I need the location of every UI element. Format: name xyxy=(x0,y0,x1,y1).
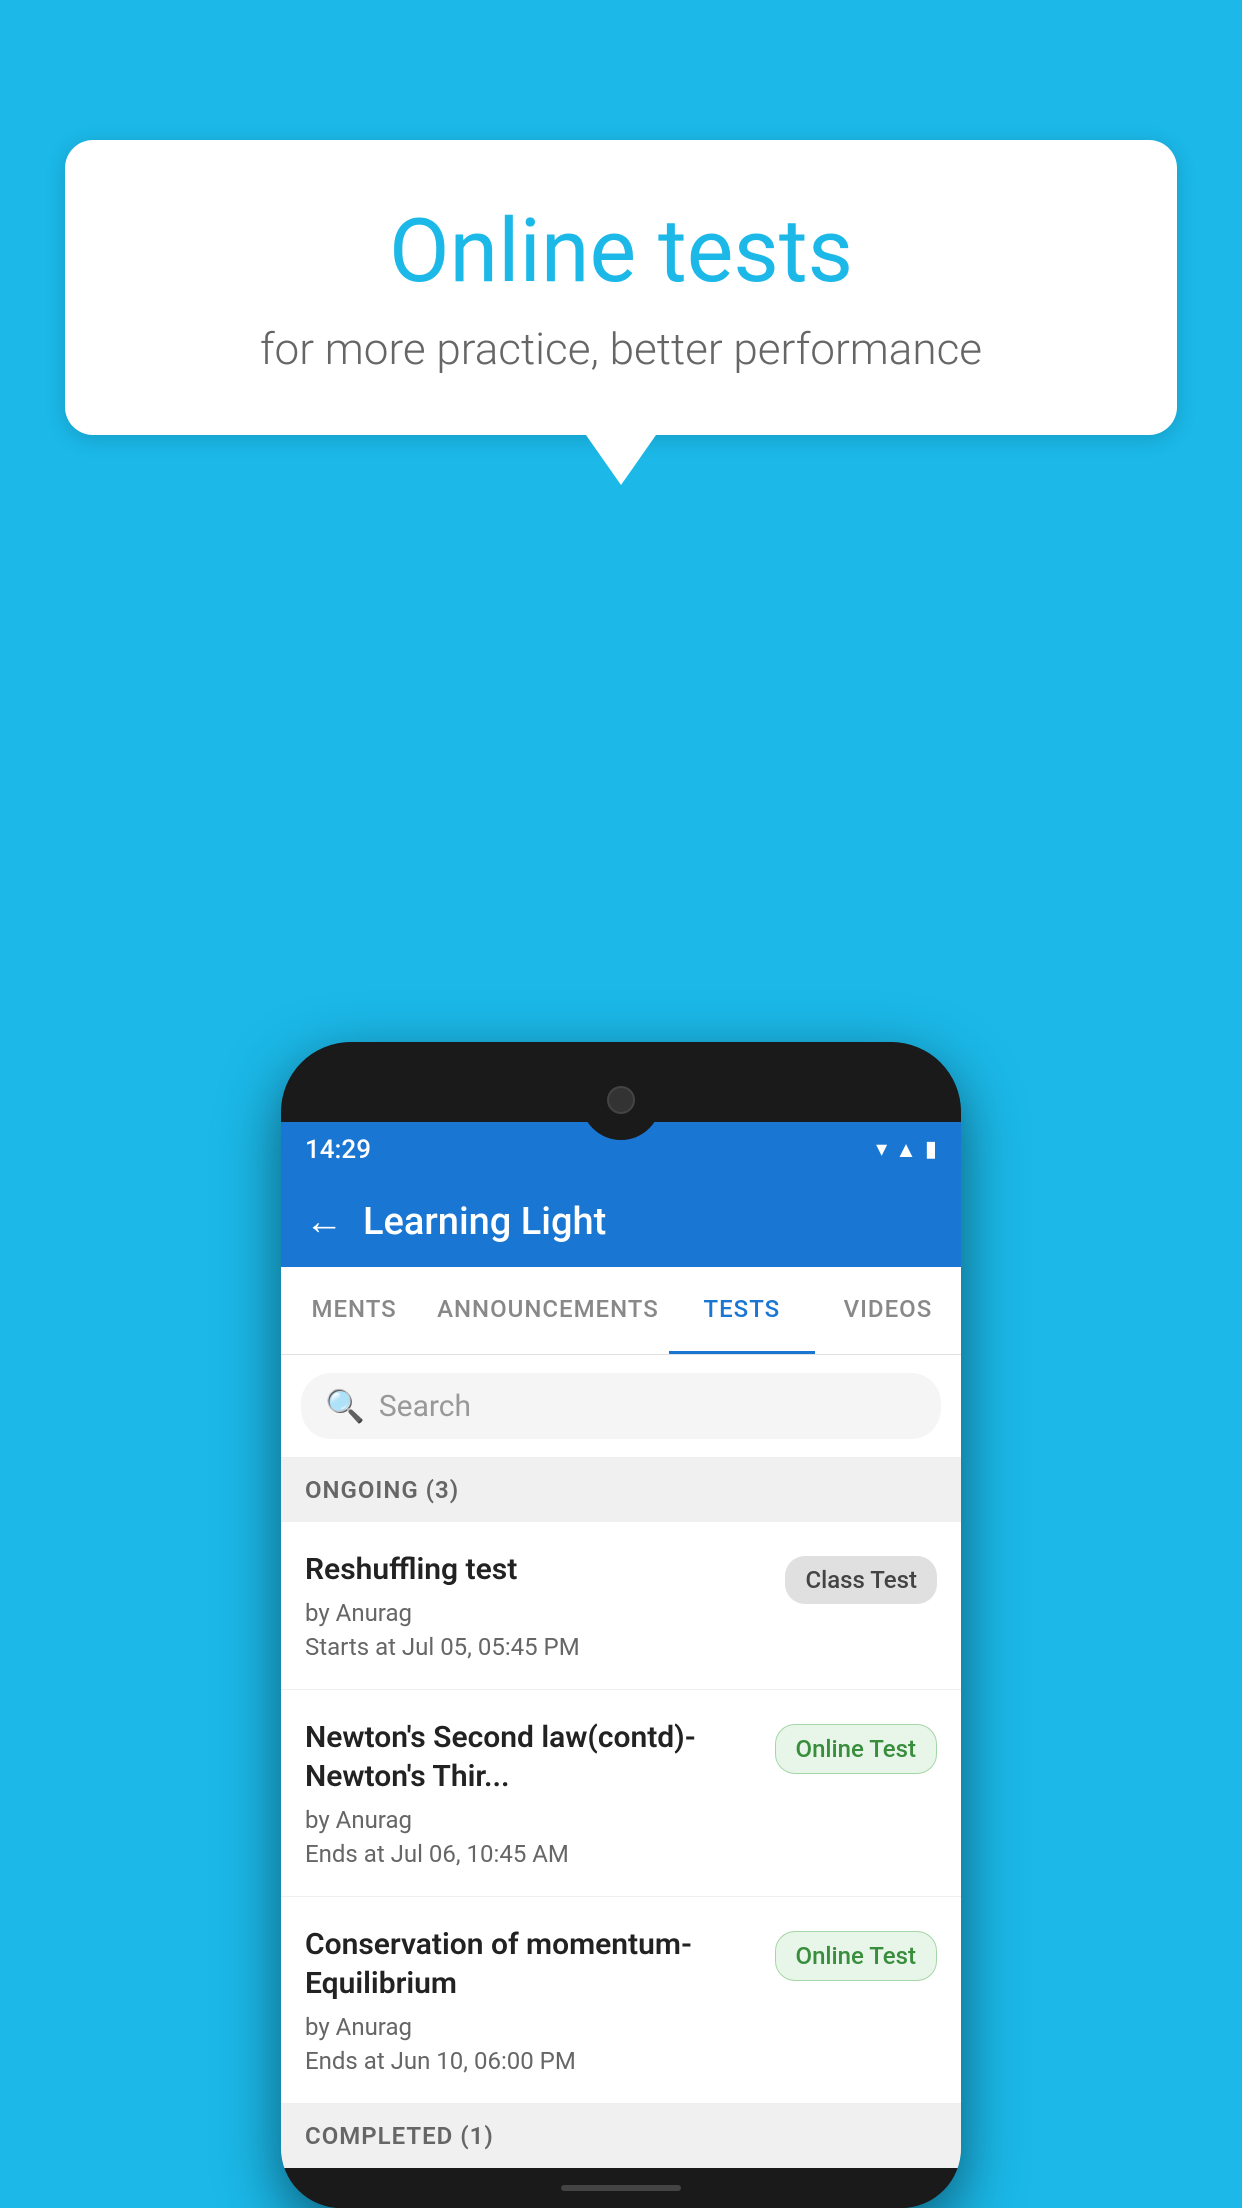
tabs-bar: MENTS ANNOUNCEMENTS TESTS VIDEOS xyxy=(281,1267,961,1355)
test-badge-online: Online Test xyxy=(775,1931,937,1981)
speech-bubble: Online tests for more practice, better p… xyxy=(65,140,1177,435)
search-placeholder: Search xyxy=(379,1389,471,1424)
test-title: Newton's Second law(contd)-Newton's Thir… xyxy=(305,1718,759,1796)
search-icon: 🔍 xyxy=(325,1387,365,1425)
ongoing-section-header: ONGOING (3) xyxy=(281,1458,961,1522)
status-icons: ▾ ▲ ▮ xyxy=(876,1137,937,1163)
test-badge-online: Online Test xyxy=(775,1724,937,1774)
test-author: by Anurag xyxy=(305,1599,769,1627)
bubble-title: Online tests xyxy=(145,200,1097,303)
phone-frame: 14:29 ▾ ▲ ▮ ← Learning Light MENTS ANNOU… xyxy=(281,1042,961,2208)
test-date: Starts at Jul 05, 05:45 PM xyxy=(305,1633,769,1661)
tab-tests[interactable]: TESTS xyxy=(669,1267,815,1354)
battery-icon: ▮ xyxy=(925,1137,937,1162)
completed-section-header: COMPLETED (1) xyxy=(281,2104,961,2168)
test-author: by Anurag xyxy=(305,2013,759,2041)
notch xyxy=(581,1060,661,1140)
bubble-arrow xyxy=(586,435,656,485)
test-author: by Anurag xyxy=(305,1806,759,1834)
tab-videos[interactable]: VIDEOS xyxy=(815,1267,961,1354)
test-title: Reshuffling test xyxy=(305,1550,769,1589)
test-info: Newton's Second law(contd)-Newton's Thir… xyxy=(305,1718,759,1868)
test-date: Ends at Jul 06, 10:45 AM xyxy=(305,1840,759,1868)
test-item[interactable]: Conservation of momentum-Equilibrium by … xyxy=(281,1897,961,2104)
bubble-subtitle: for more practice, better performance xyxy=(145,323,1097,375)
search-bar[interactable]: 🔍 Search xyxy=(301,1373,941,1439)
camera xyxy=(607,1086,635,1114)
test-info: Conservation of momentum-Equilibrium by … xyxy=(305,1925,759,2075)
back-button[interactable]: ← xyxy=(305,1200,343,1244)
test-list: Reshuffling test by Anurag Starts at Jul… xyxy=(281,1522,961,2104)
phone-bottom xyxy=(281,2168,961,2208)
app-header: ← Learning Light xyxy=(281,1177,961,1267)
signal-icon: ▲ xyxy=(895,1137,917,1163)
home-indicator xyxy=(561,2185,681,2191)
test-item[interactable]: Reshuffling test by Anurag Starts at Jul… xyxy=(281,1522,961,1690)
phone-top-bar xyxy=(281,1042,961,1122)
wifi-icon: ▾ xyxy=(876,1137,887,1162)
tab-ments[interactable]: MENTS xyxy=(281,1267,427,1354)
search-container: 🔍 Search xyxy=(281,1355,961,1458)
phone-mockup: 14:29 ▾ ▲ ▮ ← Learning Light MENTS ANNOU… xyxy=(281,1042,961,2208)
phone-screen: 14:29 ▾ ▲ ▮ ← Learning Light MENTS ANNOU… xyxy=(281,1122,961,2168)
test-title: Conservation of momentum-Equilibrium xyxy=(305,1925,759,2003)
app-title: Learning Light xyxy=(363,1200,606,1244)
tab-announcements[interactable]: ANNOUNCEMENTS xyxy=(427,1267,669,1354)
status-time: 14:29 xyxy=(305,1135,371,1165)
test-badge-class: Class Test xyxy=(785,1556,937,1604)
promo-bubble: Online tests for more practice, better p… xyxy=(65,140,1177,485)
test-date: Ends at Jun 10, 06:00 PM xyxy=(305,2047,759,2075)
test-item[interactable]: Newton's Second law(contd)-Newton's Thir… xyxy=(281,1690,961,1897)
test-info: Reshuffling test by Anurag Starts at Jul… xyxy=(305,1550,769,1661)
